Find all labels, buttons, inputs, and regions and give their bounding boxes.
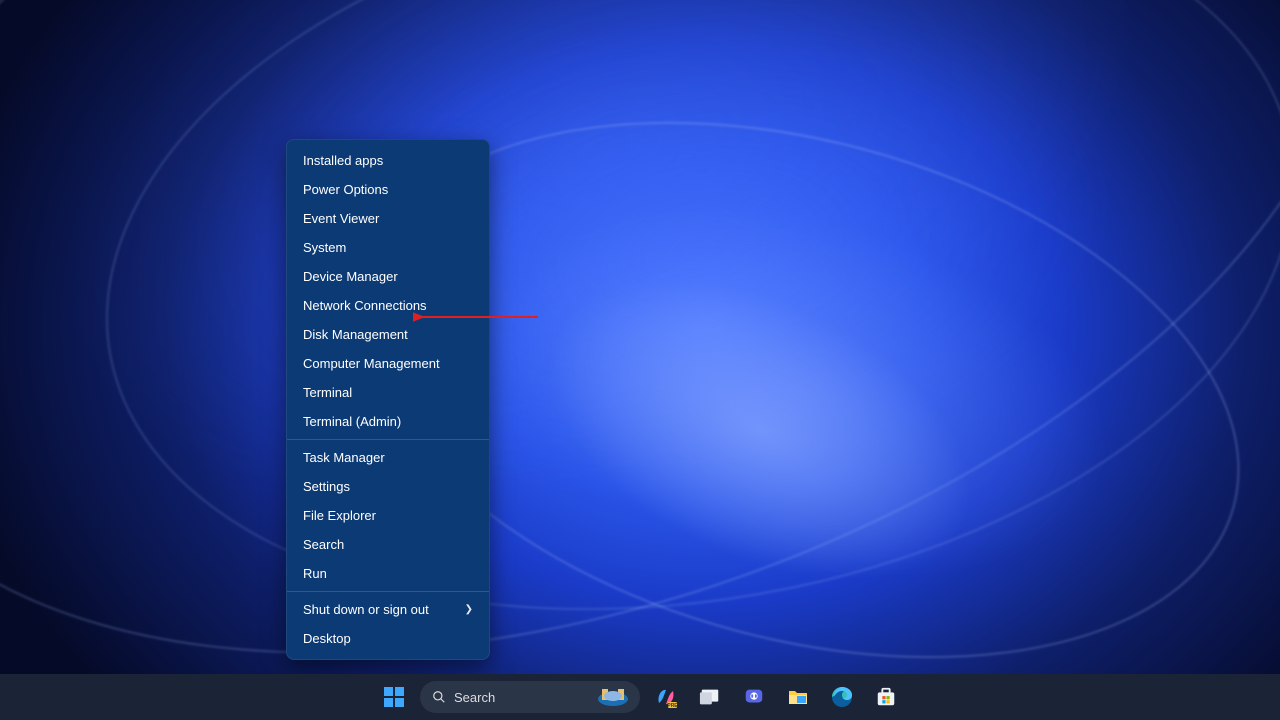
taskbar-icon-edge[interactable] — [824, 679, 860, 715]
menu-item-search[interactable]: Search — [287, 530, 489, 559]
windows-logo-icon — [384, 687, 404, 707]
menu-item-terminal[interactable]: Terminal — [287, 378, 489, 407]
start-context-menu: Installed apps Power Options Event Viewe… — [286, 139, 490, 660]
menu-item-file-explorer[interactable]: File Explorer — [287, 501, 489, 530]
search-highlight-icon — [596, 686, 630, 708]
menu-item-disk-management[interactable]: Disk Management — [287, 320, 489, 349]
menu-item-computer-management[interactable]: Computer Management — [287, 349, 489, 378]
taskbar: Search PRE — [0, 674, 1280, 720]
menu-item-desktop[interactable]: Desktop — [287, 624, 489, 653]
taskbar-search[interactable]: Search — [420, 681, 640, 713]
microsoft-store-icon — [875, 686, 897, 708]
menu-separator — [287, 439, 489, 440]
menu-item-terminal-admin[interactable]: Terminal (Admin) — [287, 407, 489, 436]
menu-item-run[interactable]: Run — [287, 559, 489, 588]
menu-item-installed-apps[interactable]: Installed apps — [287, 146, 489, 175]
menu-item-network-connections[interactable]: Network Connections — [287, 291, 489, 320]
taskbar-icon-copilot[interactable]: PRE — [648, 679, 684, 715]
taskbar-icon-task-view[interactable] — [692, 679, 728, 715]
chevron-right-icon: ❯ — [465, 604, 473, 615]
menu-item-settings[interactable]: Settings — [287, 472, 489, 501]
taskbar-icon-store[interactable] — [868, 679, 904, 715]
menu-item-shut-down[interactable]: Shut down or sign out ❯ — [287, 595, 489, 624]
task-view-icon — [699, 686, 721, 708]
chat-icon — [743, 686, 765, 708]
taskbar-icon-file-explorer[interactable] — [780, 679, 816, 715]
copilot-icon: PRE — [654, 685, 678, 709]
start-button[interactable] — [376, 679, 412, 715]
file-explorer-icon — [786, 685, 810, 709]
taskbar-icon-chat[interactable] — [736, 679, 772, 715]
menu-separator — [287, 591, 489, 592]
menu-item-task-manager[interactable]: Task Manager — [287, 443, 489, 472]
menu-item-system[interactable]: System — [287, 233, 489, 262]
search-placeholder: Search — [454, 690, 495, 705]
search-icon — [432, 690, 446, 704]
edge-icon — [830, 685, 854, 709]
menu-item-power-options[interactable]: Power Options — [287, 175, 489, 204]
desktop-wallpaper — [0, 0, 1280, 720]
menu-item-device-manager[interactable]: Device Manager — [287, 262, 489, 291]
menu-item-event-viewer[interactable]: Event Viewer — [287, 204, 489, 233]
svg-text:PRE: PRE — [667, 703, 678, 709]
